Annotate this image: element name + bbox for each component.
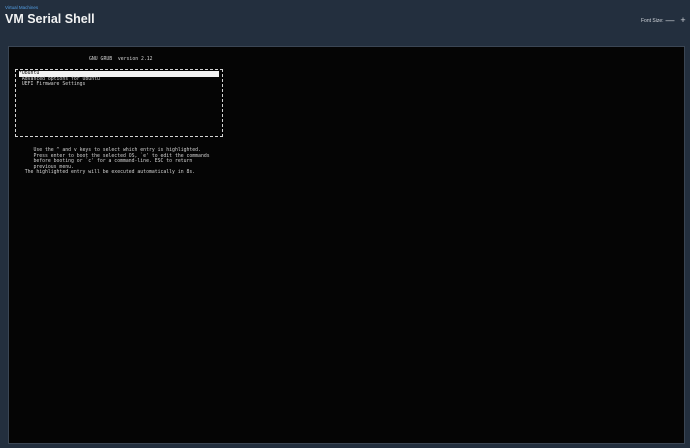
serial-terminal[interactable]: GNU GRUB version 2.12 *Ubuntu Advanced o… [8, 46, 685, 444]
font-size-label: Font Size: [641, 18, 664, 24]
grub-help-text: Use the ^ and v keys to select which ent… [19, 148, 210, 176]
help-line: before booting or `c' for a command-line… [19, 159, 193, 165]
decrease-font-button[interactable]: — [665, 15, 675, 25]
page-title: VM Serial Shell [5, 12, 95, 26]
grub-title: GNU GRUB version 2.12 [89, 57, 153, 62]
help-line: The highlighted entry will be executed a… [19, 170, 196, 176]
breadcrumb-virtual-machines[interactable]: Virtual Machines [5, 5, 38, 10]
page-header: Virtual Machines VM Serial Shell Font Si… [0, 0, 690, 40]
increase-font-button[interactable]: + [678, 15, 688, 25]
grub-menu-box: *Ubuntu Advanced options for Ubuntu UEFI… [15, 69, 223, 137]
help-line: Use the ^ and v keys to select which ent… [19, 148, 201, 153]
grub-menu-item-uefi-settings[interactable]: UEFI Firmware Settings [19, 82, 219, 88]
